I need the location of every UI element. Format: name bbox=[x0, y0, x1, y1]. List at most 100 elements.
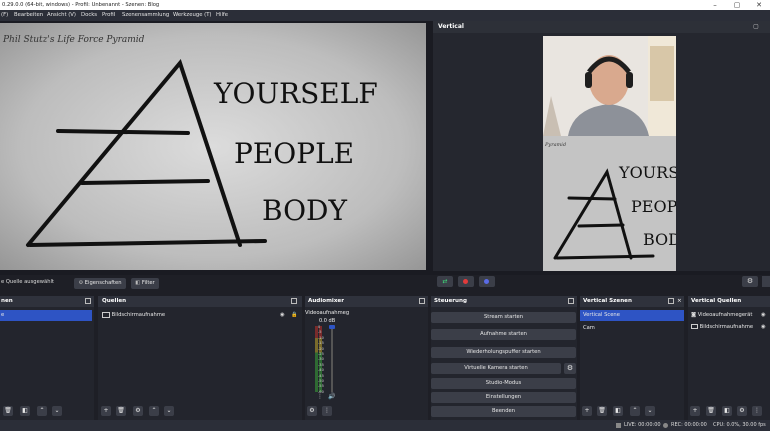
filter-icon: ◧ bbox=[135, 280, 141, 286]
eye-icon[interactable]: ◉ bbox=[761, 310, 766, 321]
vertical-backtrack-button[interactable] bbox=[479, 276, 495, 287]
source-item[interactable]: Bildschirmaufnahme ◉ 🔒 bbox=[102, 310, 298, 321]
add-source-icon[interactable]: + bbox=[690, 406, 700, 416]
record-icon bbox=[463, 279, 468, 284]
source-settings-icon[interactable]: ⚙ bbox=[133, 406, 143, 416]
eye-icon[interactable]: ◉ bbox=[280, 310, 285, 321]
remove-source-icon[interactable]: 🗑 bbox=[116, 406, 126, 416]
dock-float-icon[interactable]: ▢ bbox=[749, 22, 763, 32]
window-title: 0.29.0.0 (64-bit, windows) - Profil: Unb… bbox=[2, 2, 160, 8]
filter-scene-icon[interactable]: ◧ bbox=[20, 406, 30, 416]
vertical-word-people: PEOPLE bbox=[631, 197, 676, 216]
vertical-record-button[interactable] bbox=[458, 276, 474, 287]
menu-scene-collection[interactable]: Szenensammlung bbox=[122, 10, 169, 21]
controls-panel: Stream starten Aufnahme starten Wiederho… bbox=[431, 307, 577, 420]
sources-panel: Bildschirmaufnahme ◉ 🔒 + 🗑 ⚙ ⌃ ⌄ bbox=[98, 307, 302, 420]
scenes-panel-header: nen bbox=[0, 296, 94, 307]
move-up-icon[interactable]: ⌃ bbox=[630, 406, 640, 416]
start-stream-button[interactable]: Stream starten bbox=[431, 312, 576, 323]
exit-button[interactable]: Beenden bbox=[431, 406, 576, 417]
dock-float-icon[interactable] bbox=[419, 298, 425, 304]
speaker-icon[interactable]: 🔊 bbox=[328, 393, 335, 400]
word-body: BODY bbox=[262, 194, 348, 227]
vertical-stream-icon[interactable]: ⇄ bbox=[437, 276, 453, 287]
filter-source-icon[interactable]: ◧ bbox=[722, 406, 732, 416]
meter-ticks: 0 -5 -10 -15 -20 -25 -30 -35 -40 -45 -50… bbox=[318, 325, 328, 395]
vertical-source-label: Bildschirmaufnahme bbox=[699, 324, 754, 330]
start-virtual-camera-button[interactable]: Virtuelle Kamera starten bbox=[431, 363, 561, 374]
mixer-menu-icon[interactable]: ⋮ bbox=[317, 393, 323, 400]
mixer-more-icon[interactable]: ⋮ bbox=[322, 406, 332, 416]
vertical-scene-item[interactable]: Cam bbox=[580, 323, 684, 334]
sources-title: Quellen bbox=[102, 298, 127, 304]
start-recording-button[interactable]: Aufnahme starten bbox=[431, 329, 576, 340]
menu-view[interactable]: Ansicht (V) bbox=[47, 10, 76, 21]
menu-docks[interactable]: Docks bbox=[81, 10, 97, 21]
lock-icon[interactable]: 🔒 bbox=[291, 310, 297, 321]
move-down-icon[interactable]: ⌄ bbox=[645, 406, 655, 416]
eye-icon[interactable]: ◉ bbox=[761, 322, 766, 333]
menu-help[interactable]: Hilfe bbox=[216, 10, 228, 21]
mixer-settings-icon[interactable]: ⚙ bbox=[307, 406, 317, 416]
add-source-icon[interactable]: + bbox=[101, 406, 111, 416]
move-down-icon[interactable]: ⌄ bbox=[52, 406, 62, 416]
move-up-icon[interactable]: ⌃ bbox=[149, 406, 159, 416]
mixer-title: Audiomixer bbox=[308, 298, 344, 304]
monitor-icon bbox=[691, 324, 698, 329]
maximize-icon[interactable]: ▢ bbox=[726, 0, 748, 10]
properties-button[interactable]: ⚙ Eigenschaften bbox=[74, 278, 126, 289]
live-icon bbox=[616, 423, 621, 428]
studio-mode-button[interactable]: Studio-Modus bbox=[431, 378, 576, 389]
source-settings-icon[interactable]: ⚙ bbox=[737, 406, 747, 416]
vertical-scene-label: Cam bbox=[583, 325, 595, 331]
menu-profile[interactable]: Profil bbox=[102, 10, 115, 21]
sources-panel-header: Quellen bbox=[98, 296, 302, 307]
filter-scene-icon[interactable]: ◧ bbox=[613, 406, 623, 416]
menu-file[interactable]: (F) bbox=[1, 10, 8, 21]
vertical-preview-canvas[interactable]: Pyramid YOURSELF PEOPLE BODY bbox=[543, 36, 676, 271]
dock-float-icon[interactable] bbox=[568, 298, 574, 304]
move-up-icon[interactable]: ⌃ bbox=[37, 406, 47, 416]
vertical-settings-icon[interactable]: ⚙ bbox=[742, 276, 758, 287]
pyramid-drawing: Phil Stutz's Life Force Pyramid YOURSELF… bbox=[0, 23, 426, 270]
vertical-scenes-title: Vertical Szenen bbox=[583, 298, 632, 304]
remove-source-icon[interactable]: 🗑 bbox=[706, 406, 716, 416]
scenes-title: nen bbox=[1, 298, 13, 304]
vertical-extra-button[interactable] bbox=[762, 276, 770, 287]
start-replay-buffer-button[interactable]: Wiederholungspuffer starten bbox=[431, 347, 576, 358]
virtual-camera-settings-icon[interactable]: ⚙ bbox=[564, 363, 576, 374]
source-more-icon[interactable]: ⋮ bbox=[752, 406, 762, 416]
move-down-icon[interactable]: ⌄ bbox=[164, 406, 174, 416]
add-scene-icon[interactable]: + bbox=[582, 406, 592, 416]
vertical-source-item[interactable]: ◙ Videoaufnahmegerät ◉ bbox=[691, 310, 770, 321]
word-yourself: YOURSELF bbox=[213, 77, 378, 110]
drawing-title: Phil Stutz's Life Force Pyramid bbox=[2, 35, 145, 45]
vertical-word-yourself: YOURSELF bbox=[618, 163, 676, 182]
scene-item-selected[interactable]: e bbox=[0, 310, 92, 321]
live-time: LIVE: 00:00:00 bbox=[624, 422, 661, 428]
filter-button[interactable]: ◧ Filter bbox=[131, 278, 159, 289]
status-bar: LIVE: 00:00:00 REC: 00:00:00 CPU: 0.0%, … bbox=[0, 420, 770, 431]
menu-tools[interactable]: Werkzeuge (T) bbox=[173, 10, 212, 21]
scene-item[interactable] bbox=[0, 322, 92, 333]
vertical-composite: Pyramid YOURSELF PEOPLE BODY bbox=[543, 36, 676, 271]
volume-slider-track[interactable] bbox=[331, 326, 333, 392]
word-people: PEOPLE bbox=[234, 137, 354, 170]
rec-time: REC: 00:00:00 bbox=[671, 422, 707, 428]
dock-float-icon[interactable] bbox=[85, 298, 91, 304]
gear-icon: ⚙ bbox=[78, 280, 84, 286]
minimize-icon[interactable]: – bbox=[704, 0, 726, 10]
settings-button[interactable]: Einstellungen bbox=[431, 392, 576, 403]
close-icon[interactable]: × bbox=[677, 296, 682, 307]
menu-edit[interactable]: Bearbeiten bbox=[14, 10, 43, 21]
close-icon[interactable]: ✕ bbox=[748, 0, 770, 10]
vertical-source-label: Videoaufnahmegerät bbox=[697, 312, 753, 318]
vertical-scene-item-selected[interactable]: Vertical Scene bbox=[580, 310, 684, 321]
remove-scene-icon[interactable]: 🗑 bbox=[3, 406, 13, 416]
vertical-source-item[interactable]: Bildschirmaufnahme ◉ bbox=[691, 322, 770, 333]
preview-canvas[interactable]: Phil Stutz's Life Force Pyramid YOURSELF… bbox=[0, 23, 426, 270]
dock-float-icon[interactable] bbox=[291, 298, 297, 304]
dock-float-icon[interactable] bbox=[668, 298, 674, 304]
volume-slider-handle[interactable] bbox=[329, 325, 335, 329]
remove-scene-icon[interactable]: 🗑 bbox=[597, 406, 607, 416]
